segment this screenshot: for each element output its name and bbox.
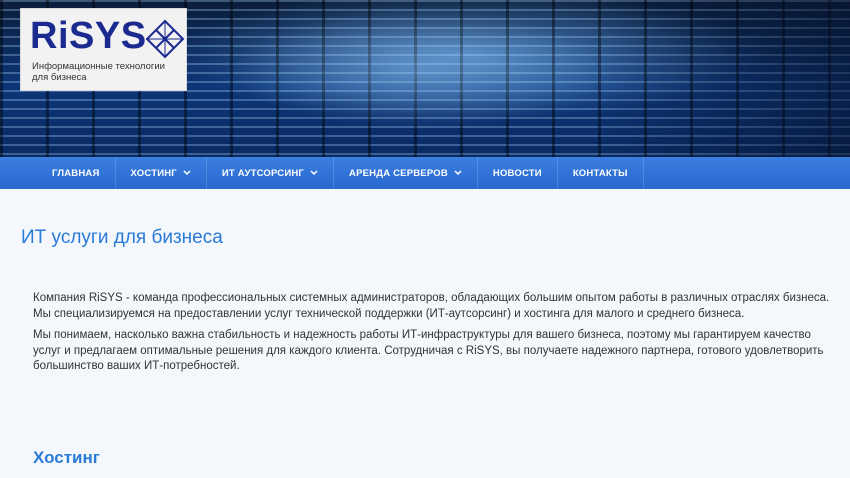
- value-paragraph: Мы понимаем, насколько важна стабильност…: [33, 329, 824, 372]
- intro-paragraph: Компания RiSYS - команда профессиональны…: [33, 292, 830, 320]
- nav-label: ХОСТИНГ: [130, 167, 177, 179]
- diamond-grid-icon: [145, 19, 185, 59]
- hero-banner: RiSYS Информационные технологии для бизн…: [0, 0, 850, 157]
- site-logo[interactable]: RiSYS Информационные технологии для бизн…: [20, 8, 187, 91]
- nav-label: НОВОСТИ: [492, 167, 542, 179]
- nav-label: ИТ АУТСОРСИНГ: [221, 167, 305, 179]
- hero-shade: [590, 0, 850, 157]
- chevron-down-icon: [454, 170, 462, 176]
- nav-label: КОНТАКТЫ: [572, 167, 628, 179]
- nav-item-it-outsourcing[interactable]: ИТ АУТСОРСИНГ: [207, 157, 335, 189]
- logo-brand: RiSYS: [30, 15, 147, 57]
- page-title: ИТ услуги для бизнеса: [21, 227, 223, 248]
- nav-item-news[interactable]: НОВОСТИ: [478, 157, 558, 189]
- nav-label: АРЕНДА СЕРВЕРОВ: [349, 167, 448, 179]
- section-title-hosting: Хостинг: [33, 448, 100, 467]
- chevron-down-icon: [183, 170, 191, 176]
- nav-item-server-rental[interactable]: АРЕНДА СЕРВЕРОВ: [334, 157, 478, 189]
- nav-item-contacts[interactable]: КОНТАКТЫ: [558, 157, 644, 189]
- nav-item-hosting[interactable]: ХОСТИНГ: [116, 157, 207, 189]
- nav-item-home[interactable]: ГЛАВНАЯ: [37, 157, 116, 189]
- main-content: ИТ услуги для бизнеса Компания RiSYS - к…: [0, 189, 850, 478]
- chevron-down-icon: [310, 170, 318, 176]
- logo-tagline: Информационные технологии для бизнеса: [32, 61, 165, 83]
- nav-label: ГЛАВНАЯ: [52, 167, 100, 179]
- hero-glow: [230, 10, 610, 130]
- main-nav: ГЛАВНАЯ ХОСТИНГ ИТ АУТСОРСИНГ АРЕНДА СЕР…: [0, 157, 850, 189]
